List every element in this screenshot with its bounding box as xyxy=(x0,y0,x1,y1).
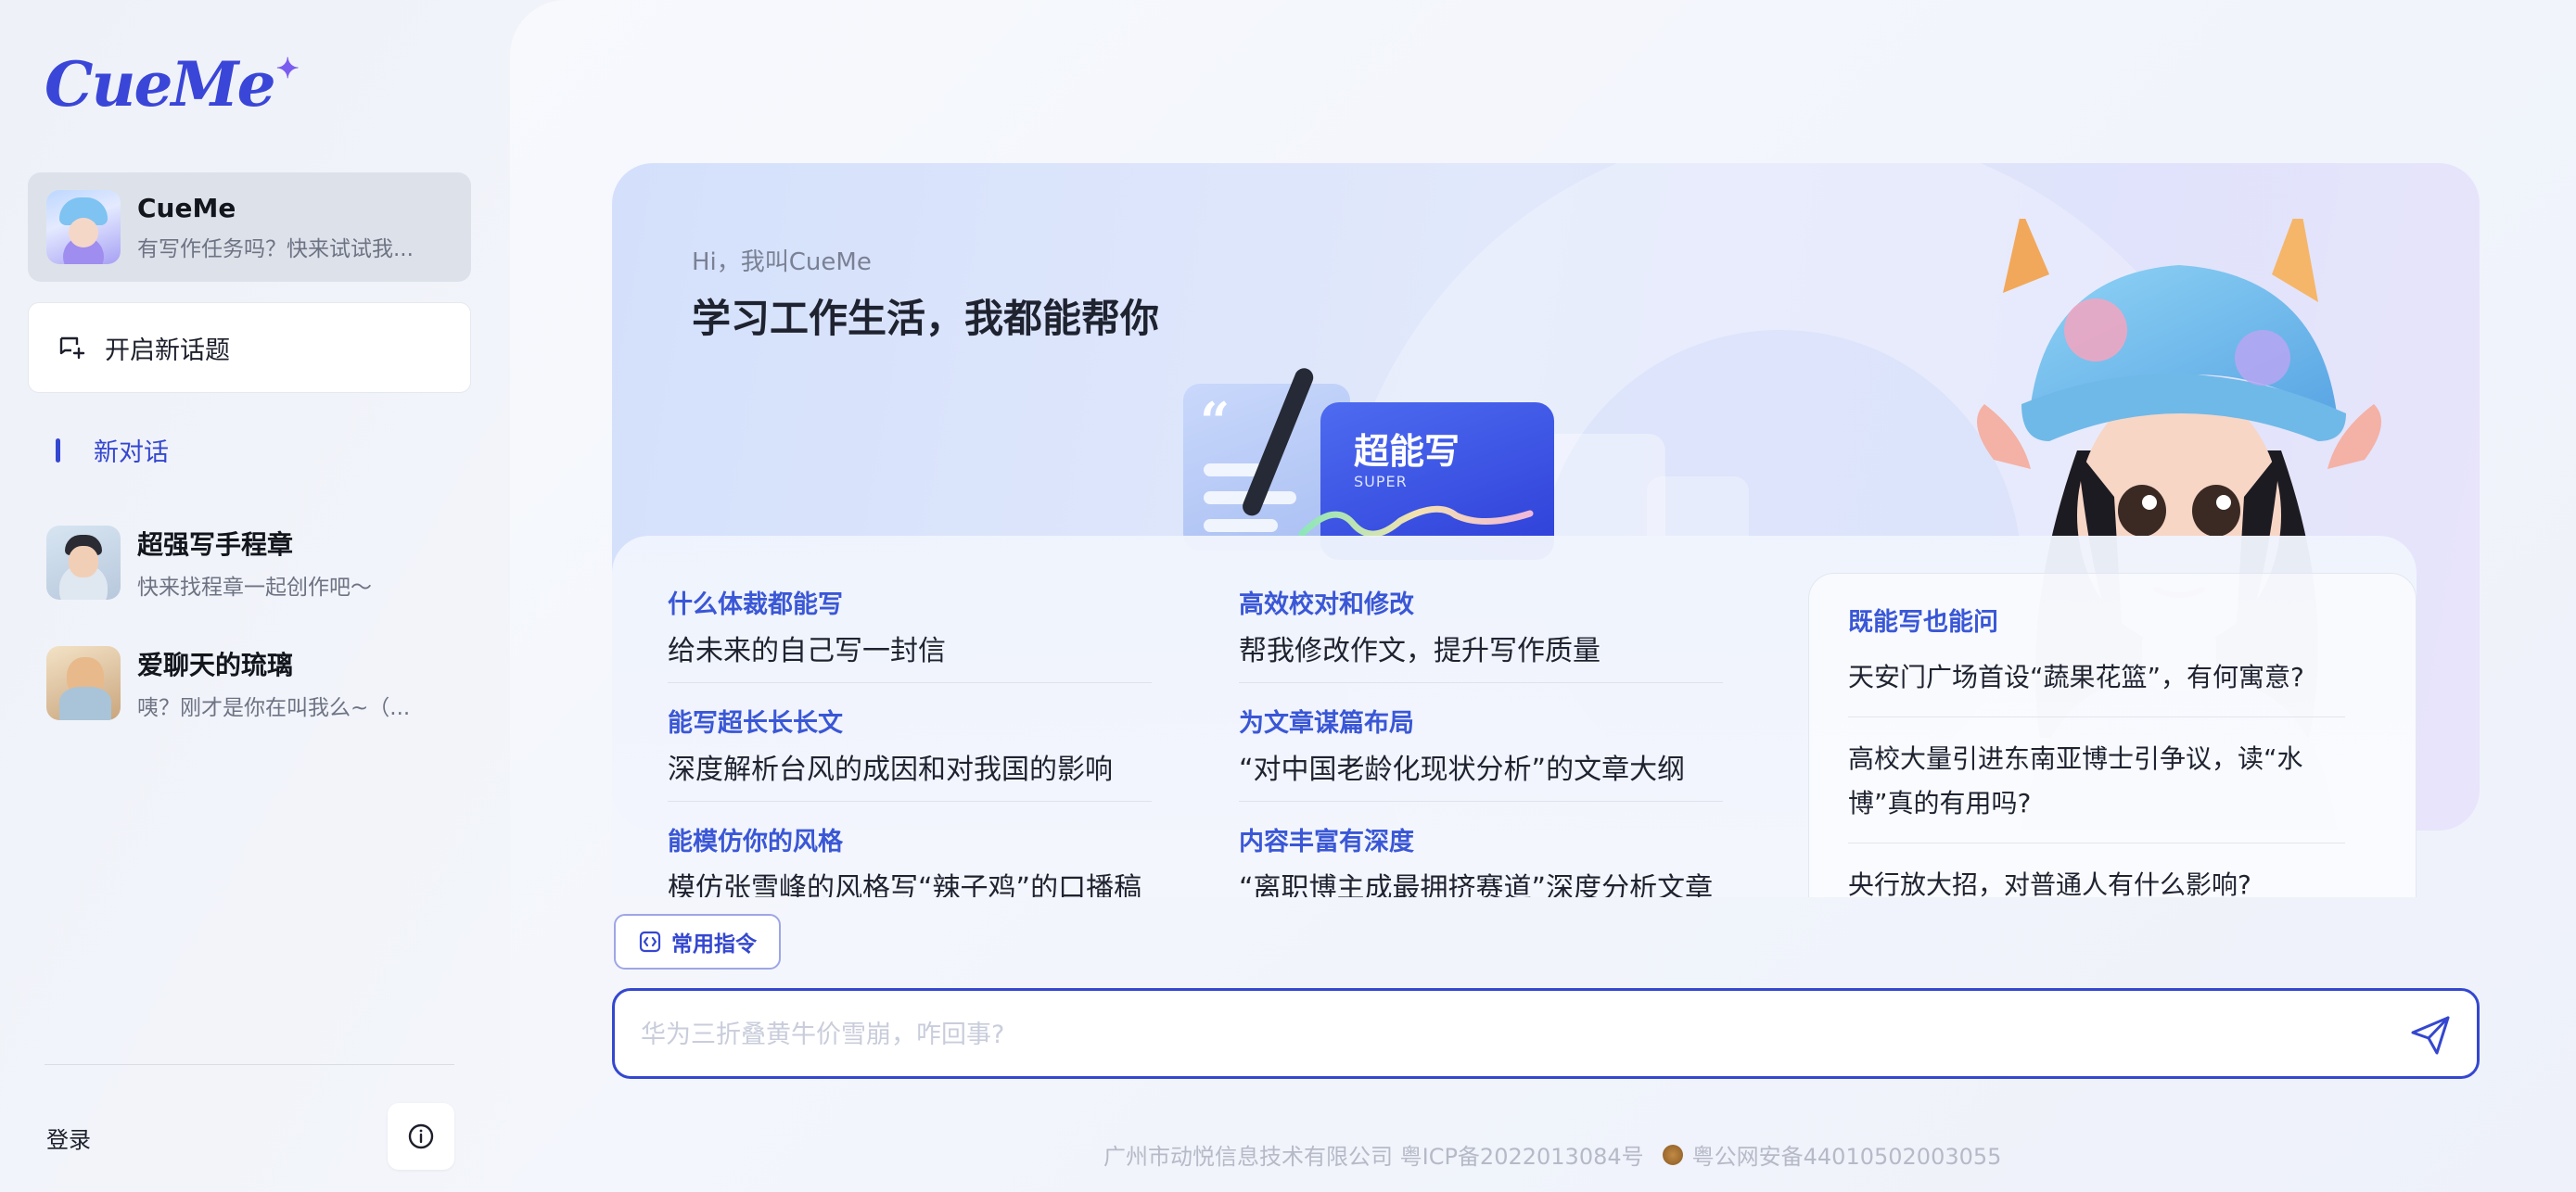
suggestion-item[interactable]: 高效校对和修改 帮我修改作文，提升写作质量 xyxy=(1239,584,1600,668)
chat-item-cueme[interactable]: CueMe 有写作任务吗？快来试试我... xyxy=(28,172,471,282)
suggestion-body: 帮我修改作文，提升写作质量 xyxy=(1239,635,1600,667)
divider xyxy=(1239,801,1723,802)
suggestion-body: 模仿张雪峰的风格写“辣子鸡”的口播稿 xyxy=(668,872,1142,897)
super-write-illustration: “ 超能写 SUPER xyxy=(1183,365,1749,578)
suggestion-item[interactable]: 内容丰富有深度 “离职博主成最拥挤赛道”深度分析文章 xyxy=(1239,821,1713,897)
sparkle-icon: ✦ xyxy=(275,53,300,85)
chat-subtitle: 咦？刚才是你在叫我么~（... xyxy=(137,696,411,720)
new-chat-icon xyxy=(59,336,85,360)
common-commands-button[interactable]: 常用指令 xyxy=(614,914,781,970)
police-badge-icon xyxy=(1662,1144,1683,1165)
question-item[interactable]: 高校大量引进东南亚博士引争议，读“水博”真的有用吗? xyxy=(1848,737,2367,826)
suggestion-body: “对中国老龄化现状分析”的文章大纲 xyxy=(1239,754,1686,786)
info-button[interactable] xyxy=(388,1103,454,1170)
new-chat-item[interactable]: 新对话 xyxy=(56,432,169,468)
super-write-title: 超能写 xyxy=(1354,431,1460,472)
new-topic-button[interactable]: 开启新话题 xyxy=(28,302,471,393)
send-icon xyxy=(2411,1016,2450,1055)
message-input[interactable] xyxy=(641,1011,2347,1058)
chat-subtitle: 有写作任务吗？快来试试我... xyxy=(137,236,414,261)
suggestion-head: 能模仿你的风格 xyxy=(668,828,843,856)
send-button[interactable] xyxy=(2404,1009,2456,1061)
hero-headline: 学习工作生活，我都能帮你 xyxy=(692,296,1160,341)
cueme-logo[interactable]: CueMe✦ xyxy=(45,48,300,122)
avatar xyxy=(46,190,121,264)
ask-questions-box: 既能写也能问 天安门广场首设“蔬果花篮”，有何寓意? 高校大量引进东南亚博士引争… xyxy=(1808,573,2417,897)
command-icon xyxy=(639,931,661,953)
question-item[interactable]: 天安门广场首设“蔬果花篮”，有何寓意? xyxy=(1848,655,2367,700)
suggestions-panel: 什么体裁都能写 给未来的自己写一封信 高效校对和修改 帮我修改作文，提升写作质量… xyxy=(612,536,2417,897)
suggestion-head: 什么体裁都能写 xyxy=(668,590,843,619)
new-topic-label: 开启新话题 xyxy=(105,336,230,365)
suggestion-body: 给未来的自己写一封信 xyxy=(668,635,946,667)
suggestion-body: 深度解析台风的成因和对我国的影响 xyxy=(668,754,1113,786)
chat-item-chengzhang[interactable]: 超强写手程章 快来找程章一起创作吧～ xyxy=(28,508,471,617)
login-link[interactable]: 登录 xyxy=(46,1122,91,1154)
common-commands-label: 常用指令 xyxy=(671,932,757,957)
sidebar: CueMe✦ CueMe 有写作任务吗？快来试试我... 开启新话题 新对话 超… xyxy=(0,0,510,1192)
divider xyxy=(668,682,1152,683)
chat-subtitle: 快来找程章一起创作吧～ xyxy=(137,576,372,600)
question-item[interactable]: 央行放大招，对普通人有什么影响? xyxy=(1848,863,2367,897)
divider xyxy=(668,801,1152,802)
chat-title: 超强写手程章 xyxy=(137,529,294,560)
message-composer[interactable] xyxy=(612,988,2480,1079)
suggestion-head: 能写超长长长文 xyxy=(668,709,843,738)
divider xyxy=(45,1064,454,1065)
quote-icon: “ xyxy=(1200,391,1231,452)
avatar xyxy=(46,646,121,720)
avatar xyxy=(46,526,121,600)
greeting-text: Hi，我叫CueMe xyxy=(692,248,872,276)
chat-title: CueMe xyxy=(137,192,236,223)
suggestion-body: “离职博主成最拥挤赛道”深度分析文章 xyxy=(1239,872,1714,897)
divider xyxy=(1239,682,1723,683)
suggestion-head: 为文章谋篇布局 xyxy=(1239,709,1414,738)
new-chat-label: 新对话 xyxy=(94,438,169,467)
suggestion-item[interactable]: 能写超长长长文 深度解析台风的成因和对我国的影响 xyxy=(668,703,1113,787)
suggestion-head: 内容丰富有深度 xyxy=(1239,828,1414,856)
suggestion-item[interactable]: 为文章谋篇布局 “对中国老龄化现状分析”的文章大纲 xyxy=(1239,703,1685,787)
info-icon xyxy=(408,1123,434,1149)
suggestion-item[interactable]: 什么体裁都能写 给未来的自己写一封信 xyxy=(668,584,946,668)
footer-company[interactable]: 广州市动悦信息技术有限公司 粤ICP备2022013084号 xyxy=(1103,1138,1644,1171)
suggestion-head: 高效校对和修改 xyxy=(1239,590,1414,619)
chat-title: 爱聊天的琉璃 xyxy=(137,650,294,680)
chat-item-liuli[interactable]: 爱聊天的琉璃 咦？刚才是你在叫我么~（... xyxy=(28,628,471,738)
footer-police[interactable]: 粤公网安备44010502003055 xyxy=(1692,1138,2002,1171)
active-indicator xyxy=(56,437,60,463)
divider xyxy=(1848,716,2345,717)
footer: 广州市动悦信息技术有限公司 粤ICP备2022013084号 粤公网安备4401… xyxy=(1103,1138,2001,1171)
ask-title: 既能写也能问 xyxy=(1848,608,1998,637)
suggestion-item[interactable]: 能模仿你的风格 模仿张雪峰的风格写“辣子鸡”的口播稿 xyxy=(668,821,1141,897)
